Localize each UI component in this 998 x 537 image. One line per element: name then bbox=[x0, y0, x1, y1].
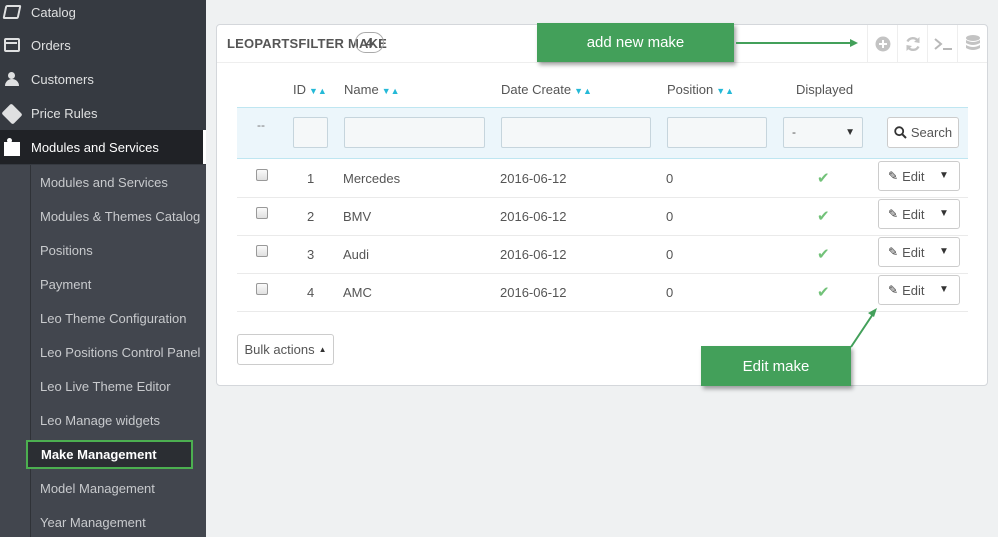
arrowhead-edit bbox=[868, 308, 877, 317]
annotation-arrows bbox=[736, 39, 877, 348]
arrowhead-add bbox=[850, 39, 858, 47]
arrow-to-edit bbox=[850, 313, 874, 348]
